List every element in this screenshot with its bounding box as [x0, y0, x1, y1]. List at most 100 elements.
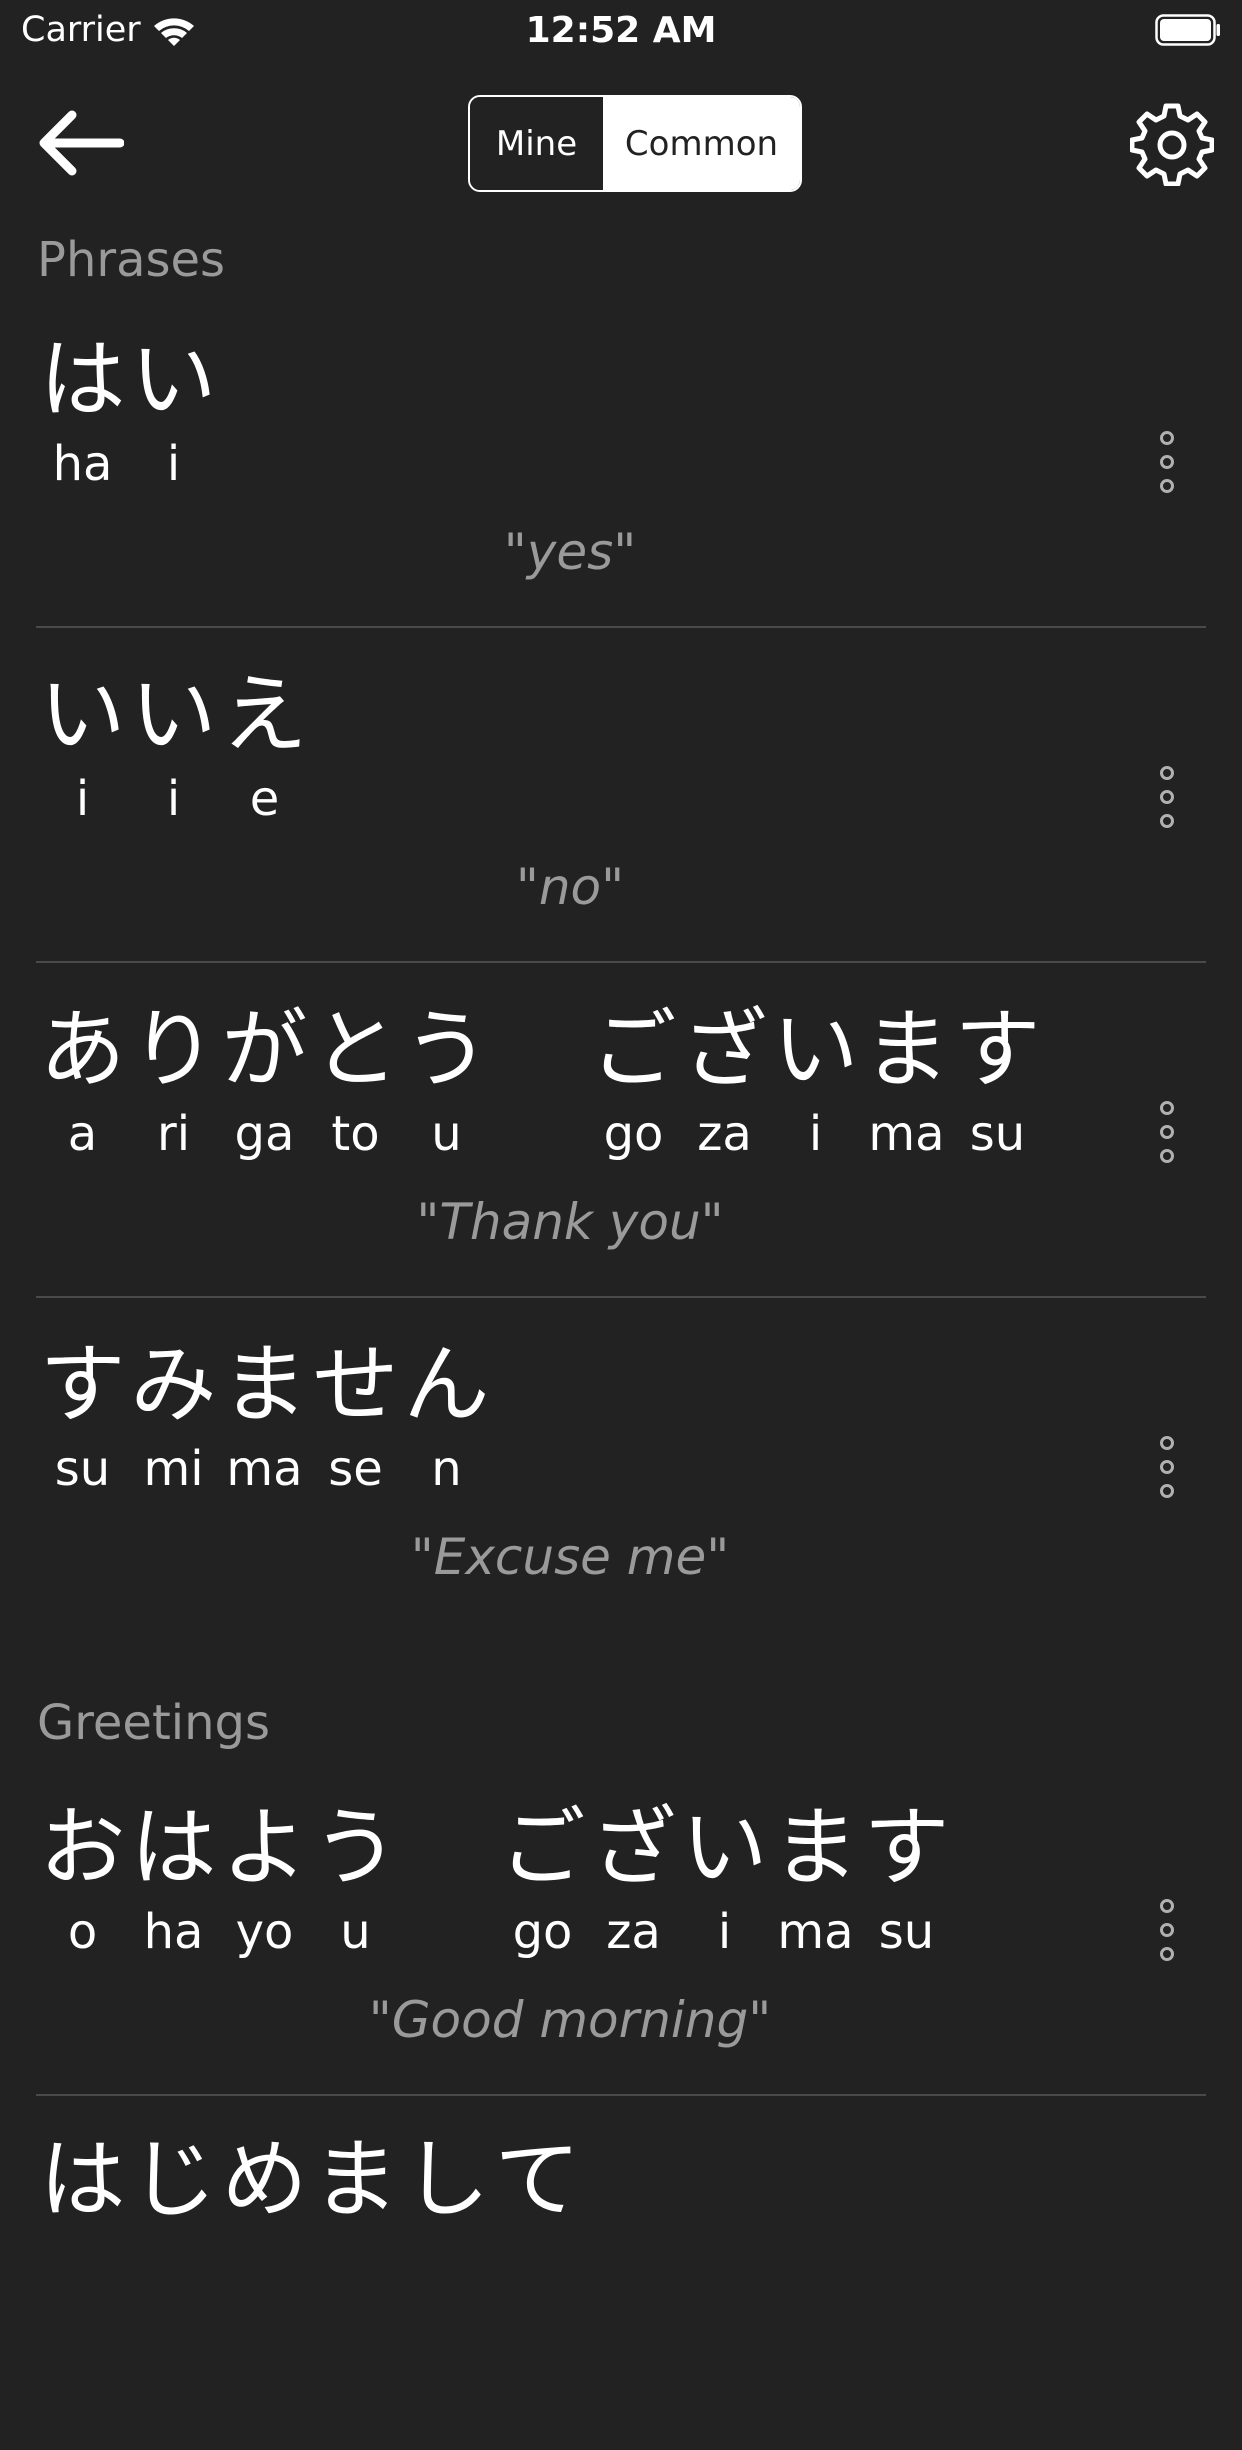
- row-divider: [36, 626, 1206, 628]
- segment-common[interactable]: Common: [603, 97, 800, 190]
- romaji-reading: su: [969, 1106, 1026, 1162]
- phrase-word: ご go ざ za い i ま ma す su: [497, 1798, 952, 1960]
- battery-icon: [1155, 14, 1220, 46]
- more-vertical-icon[interactable]: [1152, 1100, 1182, 1164]
- phrase-japanese: あ a り ri が ga と to う u ご go ざ za い i ま ma す su: [37, 1000, 1043, 1162]
- kana-character: す: [954, 1000, 1041, 1100]
- kana-cell: いi: [128, 665, 219, 827]
- segment-mine[interactable]: Mine: [470, 97, 603, 190]
- kana-character: ん: [403, 1335, 490, 1435]
- status-time: 12:52 AM: [525, 10, 717, 51]
- kana-character: ざ: [590, 1798, 677, 1898]
- romaji-reading: i: [166, 771, 181, 827]
- phrase-translation: "no": [515, 858, 625, 916]
- kana-character: し: [403, 2130, 490, 2230]
- kana-cell: は ha: [128, 1798, 219, 1960]
- kana-cell: おo: [37, 1798, 128, 1960]
- romaji-reading: ha: [52, 436, 113, 492]
- kana-character: い: [130, 665, 217, 765]
- phrase-row[interactable]: す su み mi ま ma せ se ん n "Excuse me": [0, 1335, 1242, 1655]
- phrase-translation: "Excuse me": [410, 1528, 730, 1586]
- kana-character: あ: [39, 1000, 126, 1100]
- phrase-row[interactable]: は ha い i "yes": [0, 330, 1242, 650]
- kana-character: お: [39, 1798, 126, 1898]
- phrase-translation: "yes": [503, 523, 637, 581]
- kana-cell: み mi: [128, 1335, 219, 1497]
- kana-cell: ざ za: [679, 1000, 770, 1162]
- section-header: Phrases: [37, 232, 226, 288]
- romaji-reading: su: [878, 1904, 935, 1960]
- kana-character: ご: [499, 1798, 586, 1898]
- phrase-word: あ a り ri が ga と to う u: [37, 1000, 492, 1162]
- phrase-row[interactable]: あ a り ri が ga と to う u ご go ざ za い i ま ma す su "Thank you": [0, 1000, 1242, 1320]
- kana-cell: は ha: [37, 330, 128, 492]
- romaji-reading: za: [606, 1904, 661, 1960]
- kana-cell: ご go: [588, 1000, 679, 1162]
- kana-character: い: [130, 330, 217, 430]
- kana-cell: せ se: [310, 1335, 401, 1497]
- more-vertical-icon[interactable]: [1152, 430, 1182, 494]
- kana-character: い: [39, 665, 126, 765]
- phrase-row[interactable]: い i い i え e "no": [0, 665, 1242, 985]
- romaji-reading: ma: [777, 1904, 854, 1960]
- phrase-word: いiいiえe: [37, 665, 310, 827]
- kana-cell: うu: [401, 1000, 492, 1162]
- status-bar: Carrier 12:52 AM: [0, 0, 1242, 62]
- phrase-translation: "Good morning": [368, 1991, 772, 2049]
- kana-character: み: [130, 1335, 217, 1435]
- phrase-translation: "Thank you": [416, 1193, 724, 1251]
- romaji-reading: za: [697, 1106, 752, 1162]
- phrase-japanese: いiいiえe: [37, 665, 310, 827]
- romaji-reading: ri: [156, 1106, 191, 1162]
- kana-character: じ: [130, 2130, 217, 2230]
- romaji-reading: i: [717, 1904, 732, 1960]
- phrase-row[interactable]: はじめまして: [0, 2130, 1242, 2450]
- gear-icon[interactable]: [1130, 102, 1214, 186]
- romaji-reading: u: [340, 1904, 371, 1960]
- phrase-word: す su み mi ま ma せ se ん n: [37, 1335, 492, 1497]
- kana-cell: ま ma: [219, 1335, 310, 1497]
- kana-character: す: [39, 1335, 126, 1435]
- romaji-reading: i: [808, 1106, 823, 1162]
- kana-character: ざ: [681, 1000, 768, 1100]
- romaji-reading: ga: [234, 1106, 295, 1162]
- more-vertical-icon[interactable]: [1152, 1898, 1182, 1962]
- more-vertical-icon[interactable]: [1152, 1435, 1182, 1499]
- romaji-reading: yo: [235, 1904, 294, 1960]
- kana-cell: と to: [310, 1000, 401, 1162]
- romaji-reading: u: [431, 1106, 462, 1162]
- kana-character: う: [312, 1798, 399, 1898]
- kana-character: い: [681, 1798, 768, 1898]
- row-divider: [36, 1296, 1206, 1298]
- kana-cell: て: [492, 2130, 583, 2250]
- kana-character: ご: [590, 1000, 677, 1100]
- kana-character: ま: [221, 1335, 308, 1435]
- kana-character: す: [863, 1798, 950, 1898]
- kana-cell: が ga: [219, 1000, 310, 1162]
- mine-common-segmented-control[interactable]: Mine Common: [468, 95, 802, 192]
- kana-cell: いi: [128, 330, 219, 492]
- kana-cell: し: [401, 2130, 492, 2250]
- romaji-reading: e: [249, 771, 280, 827]
- kana-character: は: [39, 2130, 126, 2230]
- back-arrow-icon[interactable]: [36, 110, 124, 176]
- romaji-reading: go: [512, 1904, 573, 1960]
- kana-character: は: [39, 330, 126, 430]
- phrase-japanese: はじめまして: [37, 2130, 583, 2250]
- section-header: Greetings: [37, 1695, 270, 1751]
- kana-character: ま: [863, 1000, 950, 1100]
- romaji-reading: mi: [143, 1441, 204, 1497]
- romaji-reading: o: [67, 1904, 98, 1960]
- row-divider: [36, 961, 1206, 963]
- kana-cell: す su: [952, 1000, 1043, 1162]
- phrase-japanese: す su み mi ま ma せ se ん n: [37, 1335, 492, 1497]
- kana-cell: いi: [770, 1000, 861, 1162]
- kana-character: ま: [312, 2130, 399, 2230]
- kana-cell: ご go: [497, 1798, 588, 1960]
- phrase-row[interactable]: お o は ha よ yo う u ご go ざ za い i ま ma す su "Good morning": [0, 1798, 1242, 2118]
- kana-character: て: [494, 2130, 581, 2230]
- kana-cell: いi: [679, 1798, 770, 1960]
- romaji-reading: to: [331, 1106, 380, 1162]
- kana-cell: いi: [37, 665, 128, 827]
- more-vertical-icon[interactable]: [1152, 765, 1182, 829]
